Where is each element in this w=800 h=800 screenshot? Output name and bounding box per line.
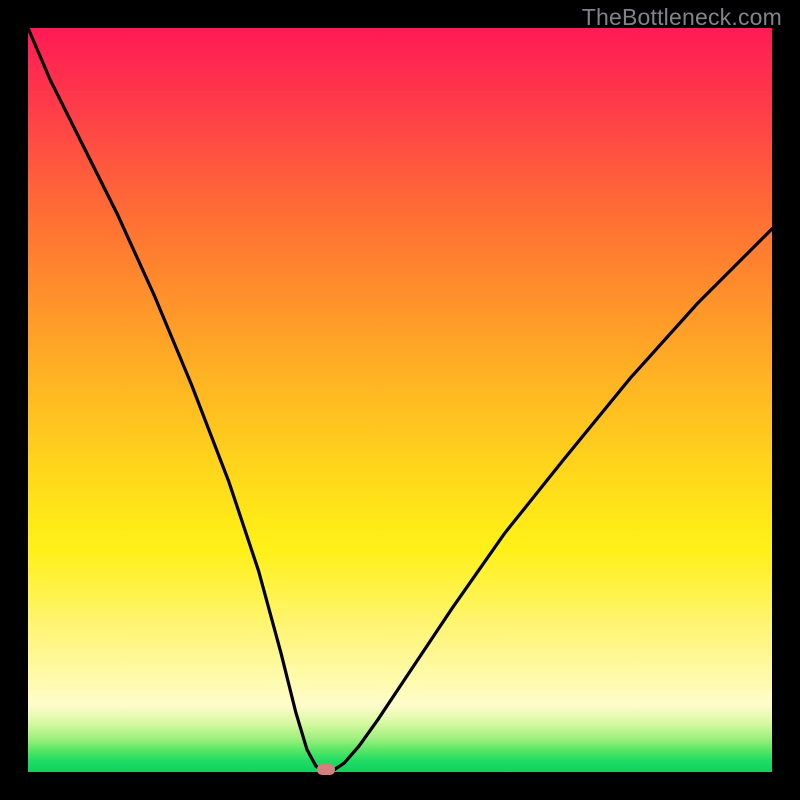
curve-right-branch [333,229,772,771]
curve-left-branch [28,28,322,771]
bottleneck-curve [28,28,772,772]
minimum-marker [317,764,335,775]
watermark-text: TheBottleneck.com [582,4,782,31]
